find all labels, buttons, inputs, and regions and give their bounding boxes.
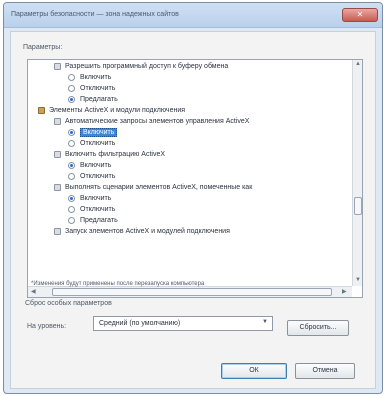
scroll-up-icon[interactable]: ▲ <box>355 61 361 67</box>
horizontal-scrollbar[interactable]: ◀ ▶ <box>28 286 352 297</box>
dialog-title: Параметры безопасности — зона надежных с… <box>11 11 179 18</box>
setting-group: Включить фильтрацию ActiveX <box>54 149 165 160</box>
settings-tree[interactable]: Разрешить программный доступ к буферу об… <box>27 59 363 298</box>
vertical-scrollbar[interactable]: ▲ ▼ <box>352 60 362 286</box>
settings-label: Параметры: <box>23 44 63 51</box>
radio-option[interactable]: Включить <box>68 127 118 138</box>
setting-category: Элементы ActiveX и модули подключения <box>38 105 185 116</box>
horizontal-scroll-thumb[interactable] <box>52 288 332 296</box>
dialog-content: Параметры: Разрешить программный доступ … <box>10 31 376 389</box>
radio-button[interactable] <box>68 173 75 180</box>
setting-group: Выполнять сценарии элементов ActiveX, по… <box>54 182 252 193</box>
reset-button[interactable]: Сбросить... <box>287 320 349 336</box>
selected-option-label: Включить <box>80 128 118 137</box>
restart-notice: *Изменения будут применены после перезап… <box>31 281 205 287</box>
setting-group: Запуск элементов ActiveX и модулей подкл… <box>54 226 230 237</box>
setting-icon <box>54 228 61 235</box>
radio-option[interactable]: Отключить <box>68 171 115 182</box>
radio-button[interactable] <box>68 85 75 92</box>
radio-option[interactable]: Включить <box>68 193 111 204</box>
security-settings-dialog: Параметры безопасности — зона надежных с… <box>3 2 383 394</box>
radio-option[interactable]: Включить <box>68 160 111 171</box>
radio-button[interactable] <box>68 206 75 213</box>
setting-icon <box>54 151 61 158</box>
vertical-scroll-thumb[interactable] <box>354 197 362 215</box>
radio-option[interactable]: Отключить <box>68 138 115 149</box>
security-level-select[interactable]: Средний (по умолчанию) ▼ <box>93 316 273 331</box>
setting-group: Разрешить программный доступ к буферу об… <box>54 61 228 72</box>
title-bar[interactable]: Параметры безопасности — зона надежных с… <box>4 3 382 28</box>
reset-section-label: Сброс особых параметров <box>25 300 112 307</box>
radio-button[interactable] <box>68 96 75 103</box>
close-button[interactable]: ✕ <box>342 8 378 22</box>
radio-button[interactable] <box>68 217 75 224</box>
radio-button[interactable] <box>68 74 75 81</box>
radio-button[interactable] <box>68 162 75 169</box>
setting-icon <box>54 118 61 125</box>
scroll-left-icon[interactable]: ◀ <box>31 288 36 295</box>
radio-option[interactable]: Предлагать <box>68 94 118 105</box>
gear-icon <box>38 107 45 114</box>
security-level-value: Средний (по умолчанию) <box>99 320 181 327</box>
radio-button[interactable] <box>68 195 75 202</box>
setting-icon <box>54 184 61 191</box>
radio-option[interactable]: Предлагать <box>68 215 118 226</box>
scroll-down-icon[interactable]: ▼ <box>355 277 361 283</box>
scroll-right-icon[interactable]: ▶ <box>342 288 347 295</box>
radio-button[interactable] <box>68 129 75 136</box>
radio-option[interactable]: Отключить <box>68 83 115 94</box>
level-label: На уровень: <box>27 323 67 330</box>
setting-group: Автоматические запросы элементов управле… <box>54 116 249 127</box>
close-icon: ✕ <box>356 10 364 19</box>
radio-option[interactable]: Включить <box>68 72 111 83</box>
radio-button[interactable] <box>68 140 75 147</box>
ok-button[interactable]: ОК <box>221 363 287 379</box>
setting-icon <box>54 63 61 70</box>
radio-option[interactable]: Отключить <box>68 204 115 215</box>
chevron-down-icon: ▼ <box>262 319 268 325</box>
cancel-button[interactable]: Отмена <box>295 363 355 379</box>
